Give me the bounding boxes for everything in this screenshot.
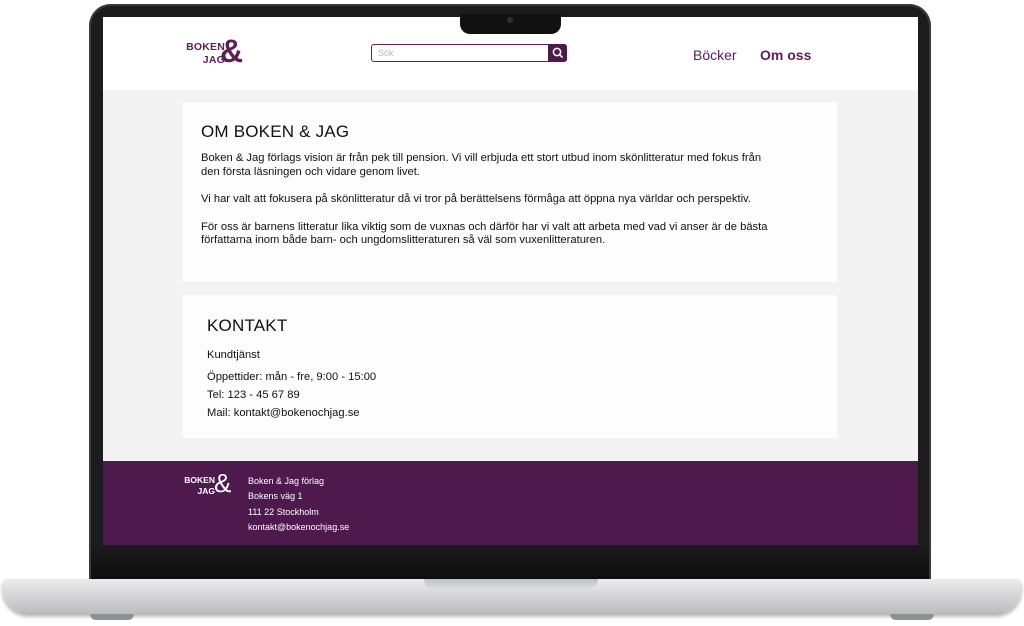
footer-logo-ampersand: & — [214, 468, 232, 498]
logo-line-2: JAG — [202, 54, 225, 66]
about-paragraph-3: För oss är barnens litteratur lika vikti… — [201, 220, 768, 247]
footer-email[interactable]: kontakt@bokenochjag.se — [248, 520, 349, 535]
footer-logo-text: BOKEN JAG — [181, 475, 215, 497]
logo-ampersand: & — [220, 33, 244, 69]
laptop-foot-left — [90, 614, 134, 620]
laptop-lid-groove — [424, 579, 598, 589]
contact-mail: Mail: kontakt@bokenochjag.se — [207, 407, 360, 419]
footer-address: Boken & Jag förlag Bokens väg 1 111 22 S… — [248, 474, 349, 535]
footer-city: 111 22 Stockholm — [248, 506, 319, 517]
logo-line-1: BOKEN — [186, 41, 225, 53]
browser-viewport: BOKEN JAG & Böcker Om oss OM BOKEN & JAG… — [103, 17, 918, 545]
footer-street: Bokens väg 1 — [248, 491, 303, 502]
contact-hours: Öppettider: mån - fre, 9:00 - 15:00 — [207, 371, 377, 383]
footer-logo-line-2: JAG — [197, 486, 215, 496]
search-input[interactable] — [378, 46, 538, 60]
footer-logo[interactable]: BOKEN JAG & — [181, 468, 241, 503]
search-icon — [552, 47, 563, 58]
contact-section: KONTAKT Kundtjänst Öppettider: mån - fre… — [183, 295, 837, 438]
contact-title: KONTAKT — [207, 316, 288, 335]
about-paragraph-1: Boken & Jag förlags vision är från pek t… — [201, 152, 762, 178]
contact-phone: Tel: 123 - 45 67 89 — [207, 389, 300, 401]
nav-link-books[interactable]: Böcker — [693, 47, 737, 63]
contact-service: Kundtjänst — [207, 349, 260, 361]
site-footer: BOKEN JAG & Boken & Jag förlag Bokens vä… — [103, 461, 918, 545]
about-paragraph-2: Vi har valt att fokusera på skönlitterat… — [201, 193, 751, 205]
site-logo[interactable]: BOKEN JAG & — [183, 33, 253, 71]
footer-logo-line-1: BOKEN — [184, 475, 215, 485]
about-title: OM BOKEN & JAG — [201, 122, 350, 141]
about-section: OM BOKEN & JAG Boken & Jag förlags visio… — [183, 102, 837, 282]
search-button[interactable] — [548, 44, 567, 62]
laptop-foot-right — [890, 614, 934, 620]
search-bar — [371, 44, 567, 62]
logo-text: BOKEN JAG — [183, 41, 225, 67]
laptop-chin — [91, 545, 929, 580]
camera-dot — [507, 17, 513, 23]
footer-company: Boken & Jag förlag — [248, 476, 325, 486]
nav-link-about[interactable]: Om oss — [760, 47, 811, 63]
